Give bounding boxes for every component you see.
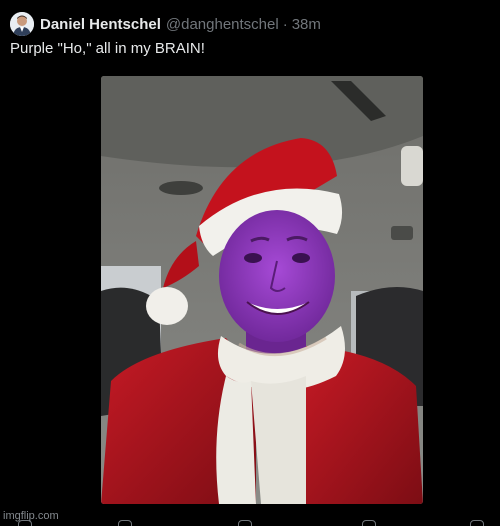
like-icon[interactable] xyxy=(238,520,252,526)
post-text: Purple "Ho," all in my BRAIN! xyxy=(10,40,205,57)
views-icon[interactable] xyxy=(362,520,376,526)
display-name[interactable]: Daniel Hentschel xyxy=(40,16,161,33)
separator-dot: · xyxy=(282,15,288,33)
post-timestamp[interactable]: 38m xyxy=(292,16,321,33)
santa-selfie-image xyxy=(101,76,423,504)
avatar[interactable] xyxy=(10,12,34,36)
post-photo[interactable] xyxy=(101,76,423,504)
avatar-image xyxy=(10,12,34,36)
user-handle[interactable]: @danghentschel xyxy=(166,16,279,33)
post-header: Daniel Hentschel @danghentschel · 38m xyxy=(10,11,321,37)
post-action-bar xyxy=(0,518,500,526)
repost-icon[interactable] xyxy=(118,520,132,526)
share-icon[interactable] xyxy=(470,520,484,526)
imgflip-watermark: imgflip.com xyxy=(3,510,59,522)
